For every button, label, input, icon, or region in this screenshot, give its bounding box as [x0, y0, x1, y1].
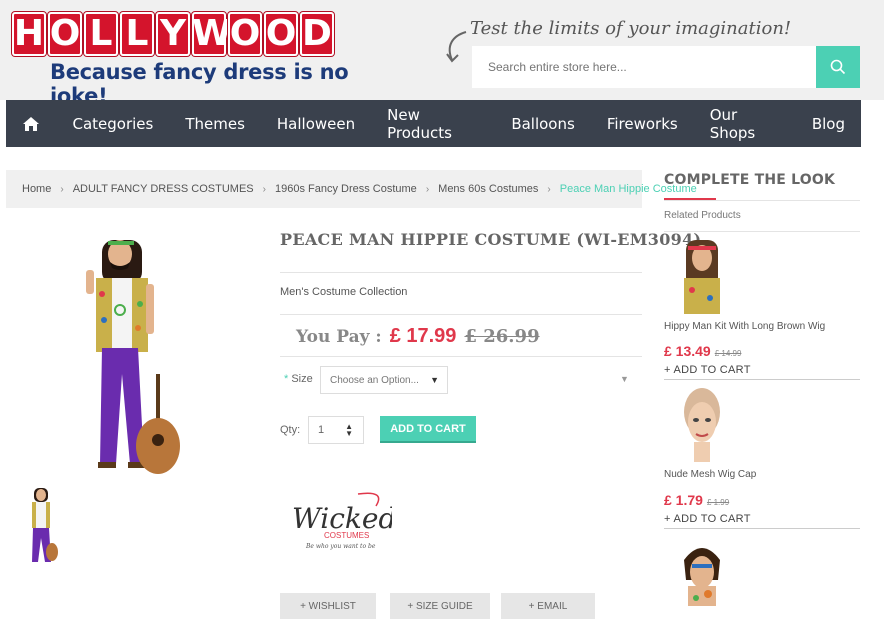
nav-item-themes[interactable]: Themes [169, 115, 261, 133]
email-button[interactable]: + EMAIL [501, 593, 595, 619]
product-main-image[interactable] [72, 224, 192, 480]
logo-letter: Y [156, 12, 190, 56]
product-price: £ 17.99 [389, 325, 457, 347]
breadcrumb-separator-icon: › [547, 183, 551, 195]
related-product-price-value: £ 13.49 [664, 343, 711, 359]
home-icon [23, 116, 40, 131]
caret-down-icon: ▼ [430, 375, 439, 385]
breadcrumb-link[interactable]: 1960s Fancy Dress Costume [275, 183, 417, 195]
brand-logo[interactable]: Wicked COSTUMES Be who you want to be [288, 488, 392, 552]
logo-letter: L [120, 12, 154, 56]
related-product-price-value: £ 1.79 [664, 492, 703, 508]
logo-letter: L [84, 12, 118, 56]
product-thumbnail[interactable] [24, 486, 60, 566]
divider [664, 200, 860, 201]
nav-home[interactable] [6, 116, 56, 132]
nav-item-our-shops[interactable]: Our Shops [694, 106, 796, 142]
divider [280, 356, 642, 357]
swoosh-arrow-icon [446, 31, 467, 63]
title-accent-bar [664, 198, 716, 200]
divider [664, 379, 860, 380]
related-product-name[interactable]: Hippy Man Kit With Long Brown Wig [664, 321, 825, 332]
logo-letter: O [264, 12, 298, 56]
stepper-arrows-icon[interactable]: ▲ ▼ [345, 423, 353, 438]
logo-wordmark: H O L L Y W O O D [12, 12, 402, 56]
related-product-price: £ 1.79 £ 1.99 [664, 492, 729, 508]
breadcrumb-separator-icon: › [425, 183, 430, 195]
search-icon [830, 59, 846, 75]
related-product-name[interactable]: Nude Mesh Wig Cap [664, 469, 756, 480]
related-product-image[interactable] [678, 540, 726, 606]
logo-letter: O [228, 12, 262, 56]
logo-letter: O [48, 12, 82, 56]
divider [280, 314, 642, 315]
related-product-old-price: £ 1.99 [706, 498, 730, 507]
related-product-image[interactable] [678, 236, 726, 314]
site-header: H O L L Y W O O D Because fancy dress is… [0, 0, 884, 108]
logo-letter: D [300, 12, 334, 56]
breadcrumb-link[interactable]: ADULT FANCY DRESS COSTUMES [73, 183, 254, 195]
size-label-text: Size [291, 373, 313, 385]
site-logo[interactable]: H O L L Y W O O D Because fancy dress is… [12, 12, 402, 108]
search-button[interactable] [816, 46, 860, 88]
search-input[interactable] [472, 46, 816, 88]
you-pay-label: You Pay : [296, 327, 382, 347]
nav-item-new-products[interactable]: New Products [371, 106, 495, 142]
breadcrumb-separator-icon: › [262, 183, 266, 195]
nav-item-blog[interactable]: Blog [796, 115, 861, 133]
caret-down-icon: ▼ [620, 374, 629, 384]
breadcrumb: Home › ADULT FANCY DRESS COSTUMES › 1960… [6, 170, 697, 208]
brand-sub: COSTUMES [324, 531, 369, 540]
wishlist-button[interactable]: + WISHLIST [280, 593, 376, 619]
breadcrumb-link[interactable]: Mens 60s Costumes [438, 183, 538, 195]
breadcrumb-separator-icon: › [60, 183, 64, 195]
quantity-stepper[interactable]: 1 ▲ ▼ [308, 416, 364, 444]
search-bar [472, 46, 860, 88]
main-nav: Categories Themes Halloween New Products… [6, 100, 861, 147]
size-select-value: Choose an Option... [330, 374, 419, 386]
nav-item-halloween[interactable]: Halloween [261, 115, 371, 133]
nav-item-balloons[interactable]: Balloons [495, 115, 591, 133]
divider [280, 272, 642, 273]
required-marker: * [284, 373, 289, 385]
related-add-to-cart-button[interactable]: + ADD TO CART [664, 364, 751, 376]
sidebar-title: COMPLETE THE LOOK [664, 172, 836, 188]
quantity-value: 1 [318, 424, 325, 436]
size-select[interactable]: Choose an Option... ▼ [320, 366, 448, 394]
breadcrumb-link[interactable]: Home [22, 183, 51, 195]
header-tagline: Test the limits of your imagination! [470, 18, 792, 39]
add-to-cart-button[interactable]: ADD TO CART [380, 416, 476, 443]
logo-letter: H [12, 12, 46, 56]
divider [664, 231, 860, 232]
nav-item-fireworks[interactable]: Fireworks [591, 115, 694, 133]
related-product-price: £ 13.49 £ 14.99 [664, 343, 741, 359]
brand-slogan: Be who you want to be [305, 543, 376, 550]
divider [664, 528, 860, 529]
product-old-price: £ 26.99 [464, 326, 540, 347]
logo-letter: W [192, 12, 232, 56]
qty-label: Qty: [280, 424, 301, 436]
related-product-image[interactable] [678, 384, 726, 462]
size-label: * Size [284, 373, 313, 385]
size-guide-button[interactable]: + SIZE GUIDE [390, 593, 490, 619]
product-title: PEACE MAN HIPPIE COSTUME (WI-EM3094) [280, 230, 702, 249]
related-add-to-cart-button[interactable]: + ADD TO CART [664, 513, 751, 525]
related-products-label: Related Products [664, 210, 741, 221]
price-block: You Pay : £ 17.99 £ 26.99 [296, 325, 540, 348]
related-product-old-price: £ 14.99 [714, 349, 742, 358]
nav-item-categories[interactable]: Categories [56, 115, 169, 133]
product-collection: Men's Costume Collection [280, 286, 408, 298]
